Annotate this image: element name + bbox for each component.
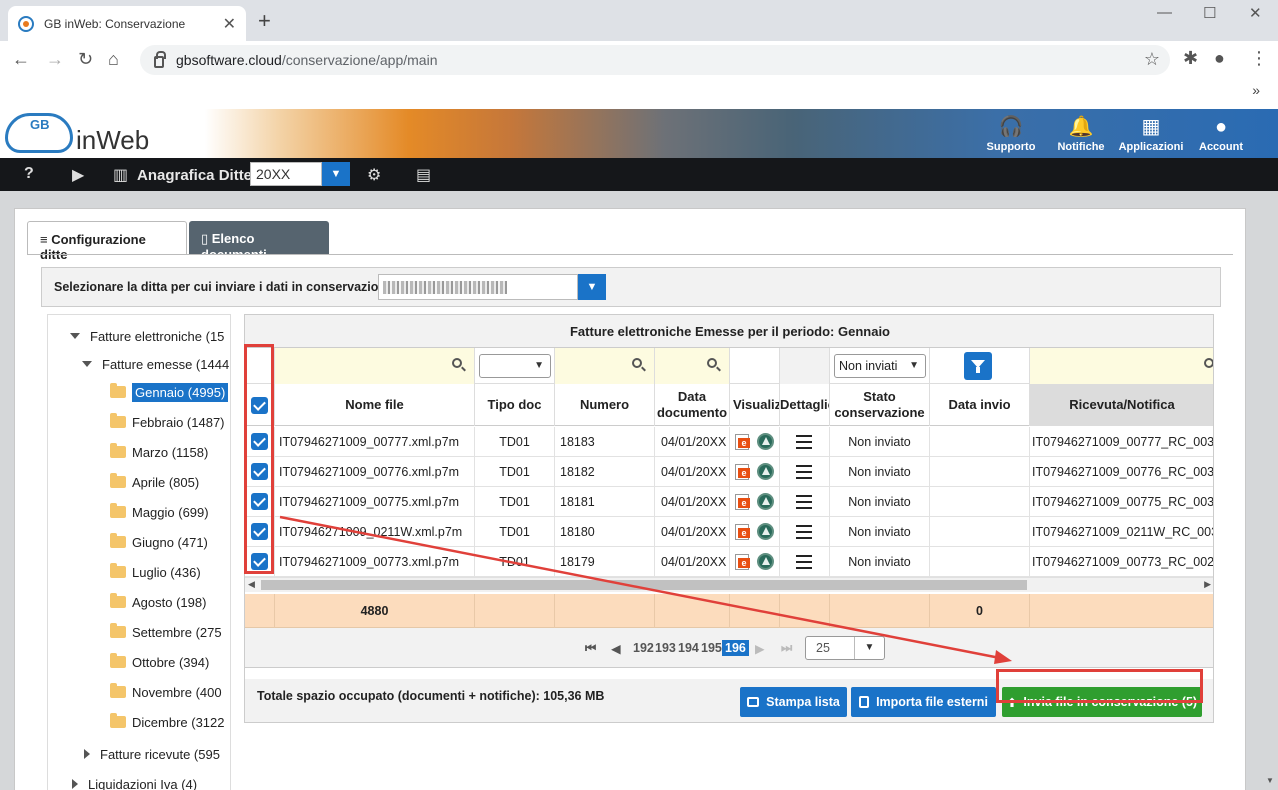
scroll-down-icon[interactable]: ▼ [1266, 776, 1274, 785]
annotation-arrow [279, 515, 1012, 664]
